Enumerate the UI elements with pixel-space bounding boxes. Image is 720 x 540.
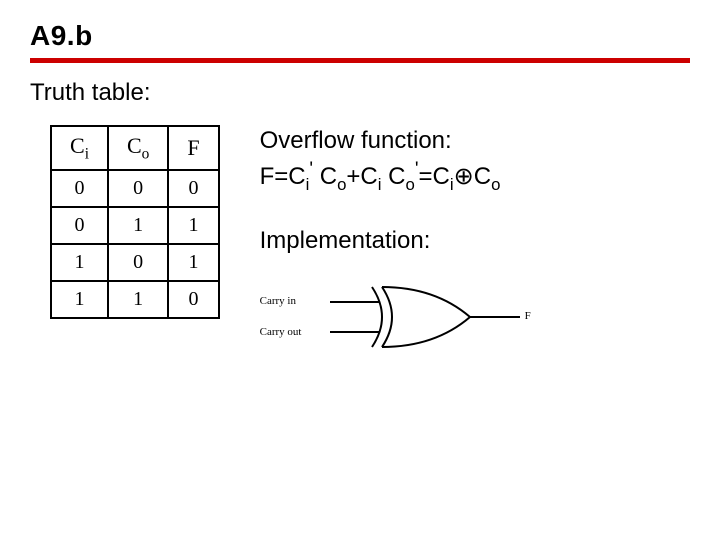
cell: 0 [108, 244, 168, 281]
cell: 1 [108, 281, 168, 318]
cell: 1 [51, 281, 108, 318]
truth-table: Ci Co F 0 0 0 0 1 1 [50, 125, 220, 319]
col-header-co: Co [108, 126, 168, 170]
formula-var: C [360, 163, 377, 190]
formula-sub: o [337, 175, 346, 194]
formula-var: C [474, 163, 491, 190]
col-header-ci-sub: i [85, 145, 89, 162]
formula-sub: i [378, 175, 382, 194]
input-label-carry-out: Carry out [260, 325, 302, 340]
slide-title: A9.b [30, 20, 690, 52]
output-label-f: F [525, 309, 531, 324]
col-header-co-var: C [127, 133, 142, 158]
input-label-carry-in: Carry in [260, 294, 296, 309]
formula-var: C [388, 163, 405, 190]
cell: 0 [168, 281, 218, 318]
table-row: 1 0 1 [51, 244, 219, 281]
formula-lhs: F= [260, 163, 289, 190]
formula-var: C [433, 163, 450, 190]
formula-var: C [320, 163, 337, 190]
col-header-ci: Ci [51, 126, 108, 170]
title-underline [30, 58, 690, 63]
overflow-formula: F=Ci' Co+Ci Co'=Ci⊕Co [260, 157, 690, 196]
formula-plus: + [346, 163, 360, 190]
cell: 0 [168, 170, 218, 207]
truth-table-heading: Truth table: [30, 79, 690, 107]
col-header-ci-var: C [70, 133, 85, 158]
overflow-heading: Overflow function: [260, 125, 690, 157]
table-row: 0 0 0 [51, 170, 219, 207]
formula-sub: o [491, 175, 500, 194]
cell: 1 [168, 207, 218, 244]
col-header-f: F [168, 126, 218, 170]
formula-var: C [288, 163, 305, 190]
cell: 0 [51, 170, 108, 207]
cell: 1 [168, 244, 218, 281]
cell: 1 [51, 244, 108, 281]
table-row: 1 1 0 [51, 281, 219, 318]
implementation-heading: Implementation: [260, 225, 690, 257]
formula-eq: = [419, 163, 433, 190]
cell: 0 [51, 207, 108, 244]
xor-gate-icon [260, 267, 580, 367]
formula-prime: ' [309, 159, 313, 180]
cell: 0 [108, 170, 168, 207]
col-header-co-sub: o [142, 145, 150, 162]
cell: 1 [108, 207, 168, 244]
table-row: 0 1 1 [51, 207, 219, 244]
formula-sub: o [406, 175, 415, 194]
formula-xor: ⊕ [454, 163, 474, 190]
xor-gate-diagram: Carry in Carry out F [260, 267, 690, 377]
